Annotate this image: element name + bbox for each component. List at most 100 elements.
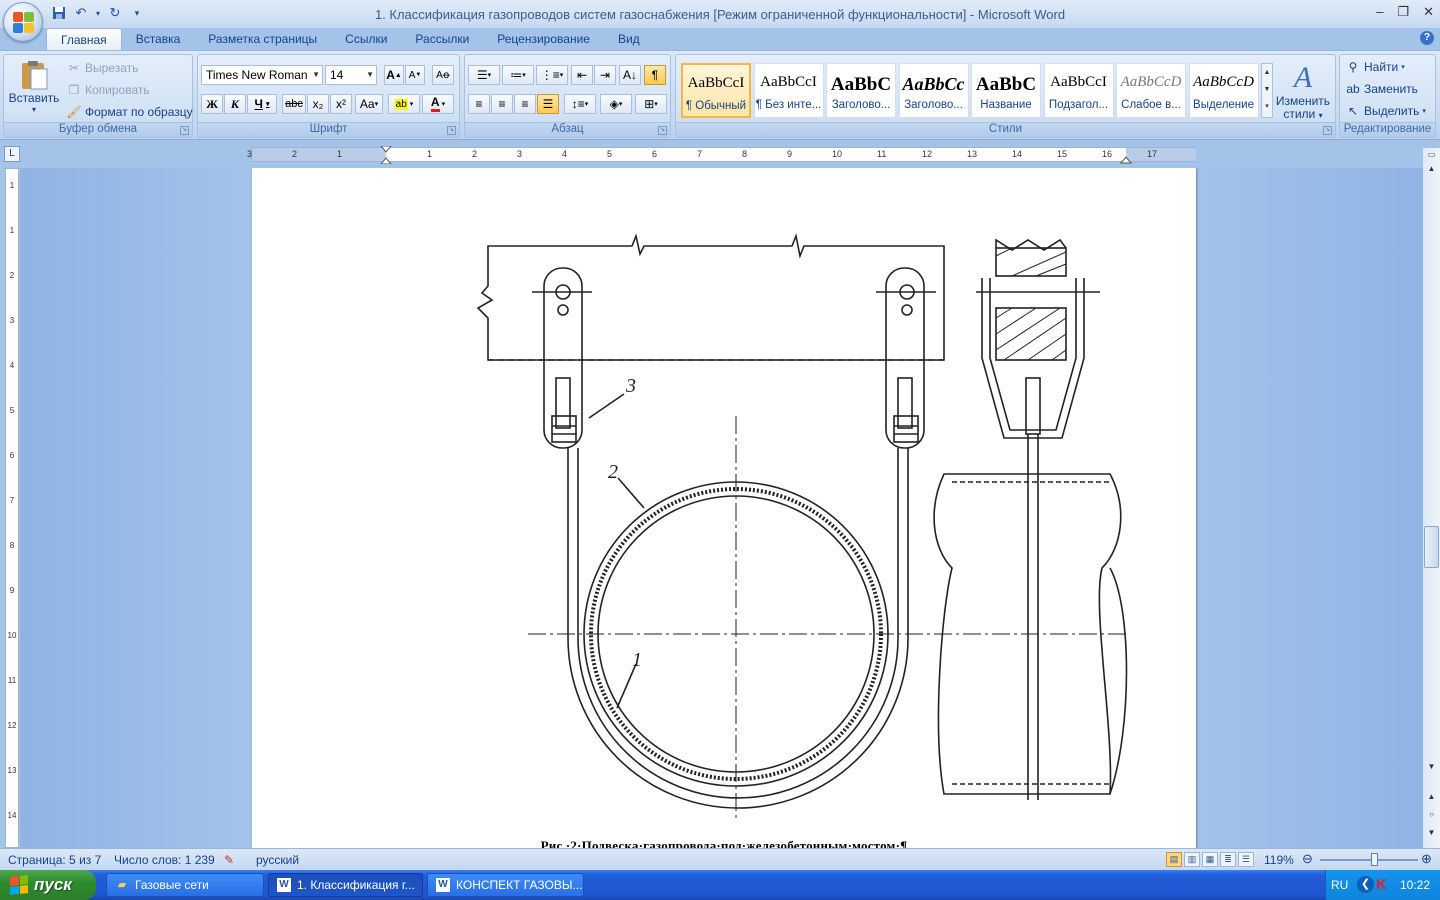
help-icon[interactable]: ? — [1420, 31, 1434, 45]
paragraph-launcher-icon[interactable]: ↘ — [658, 126, 667, 135]
change-case-button[interactable]: Aa ▾ — [355, 94, 383, 114]
format-painter-button[interactable]: 🖌 Формат по образцу — [66, 104, 192, 120]
tab-review[interactable]: Рецензирование — [483, 28, 604, 50]
clock[interactable]: 10:22 — [1400, 878, 1430, 892]
taskbar-item-word[interactable]: W КОНСПЕКТ ГАЗОВЫ... — [427, 873, 584, 897]
tab-home[interactable]: Главная — [46, 28, 122, 50]
find-button[interactable]: ⚲ Найти ▾ — [1345, 59, 1405, 75]
increase-indent-button[interactable]: ⇥ — [594, 65, 616, 85]
font-name-combo[interactable]: Times New Roman ▼ — [201, 65, 323, 85]
tab-mailings[interactable]: Рассылки — [401, 28, 483, 50]
outline-view-icon[interactable]: ≣ — [1220, 852, 1236, 867]
status-bar: Страница: 5 из 7 Число слов: 1 239 ✎ рус… — [0, 848, 1440, 870]
minimize-button[interactable]: – — [1376, 4, 1383, 20]
tab-page-layout[interactable]: Разметка страницы — [194, 28, 331, 50]
style-4[interactable]: AaBbCc Заголово... — [898, 63, 969, 118]
proofing-icon[interactable]: ✎ — [224, 853, 234, 867]
horizontal-ruler[interactable]: 3 2 1 1 2 3 4 5 6 7 8 9 10 11 12 13 14 15 16 17 — [247, 146, 1196, 164]
select-button[interactable]: ↖ Выделить ▾ — [1345, 103, 1426, 119]
zoom-slider[interactable] — [1320, 853, 1418, 866]
justify-button[interactable]: ☰ — [537, 94, 559, 114]
zoom-out-icon[interactable]: ⊖ — [1302, 851, 1313, 867]
prev-page-icon[interactable]: ▲ — [1424, 790, 1439, 804]
highlight-button[interactable]: ab ▾ — [388, 94, 420, 114]
select-browse-icon[interactable]: ○ — [1424, 808, 1439, 822]
draft-view-icon[interactable]: ☰ — [1238, 852, 1254, 867]
document-page[interactable]: 3 2 1 Рис.·2·Подвеска·газопровода·под·же… — [252, 168, 1196, 848]
paste-button[interactable]: Вставить ▾ — [9, 59, 59, 114]
scroll-up-icon[interactable]: ▲ — [1424, 162, 1439, 176]
style-1[interactable]: AaBbCcI ¶ Обычный — [681, 63, 751, 118]
zoom-slider-thumb[interactable] — [1370, 853, 1378, 866]
style-8[interactable]: AaBbCcD Выделение — [1188, 63, 1259, 118]
subscript-button[interactable]: x₂ — [307, 94, 329, 114]
shading-button[interactable]: ◈ ▾ — [600, 94, 632, 114]
style-7[interactable]: AaBbCcD Слабое в... — [1116, 63, 1186, 118]
close-button[interactable]: ✕ — [1423, 4, 1434, 20]
tab-insert[interactable]: Вставка — [122, 28, 195, 50]
tab-view[interactable]: Вид — [604, 28, 654, 50]
align-center-button[interactable]: ≡ — [491, 94, 513, 114]
superscript-button[interactable]: x² — [330, 94, 352, 114]
zoom-in-icon[interactable]: ⊕ — [1421, 851, 1432, 867]
cut-button[interactable]: ✂ Вырезать — [66, 60, 138, 76]
sort-button[interactable]: A↓ — [619, 65, 641, 85]
strikethrough-button[interactable]: abc — [282, 94, 306, 114]
numbering-button[interactable]: ≔ ▾ — [502, 65, 534, 85]
styles-scroll[interactable]: ▲ ▼ ▾ — [1261, 63, 1273, 118]
web-layout-view-icon[interactable]: ▦ — [1202, 852, 1218, 867]
show-marks-button[interactable]: ¶ — [644, 65, 666, 85]
indent-marker-icon[interactable] — [380, 146, 392, 164]
change-styles-button[interactable]: A Изменить стили ▾ — [1274, 61, 1332, 122]
zoom-level[interactable]: 119% — [1264, 853, 1294, 867]
right-indent-marker-icon[interactable] — [1120, 150, 1132, 164]
start-button[interactable]: пуск — [0, 870, 96, 900]
multilevel-list-button[interactable]: ⋮≡ ▾ — [536, 65, 568, 85]
taskbar-item-word-active[interactable]: W 1. Классификация г... — [268, 873, 423, 897]
font-color-button[interactable]: A ▾ — [422, 94, 454, 114]
vertical-scrollbar[interactable]: ▭ ▲ ▼ ▲ ○ ▼ — [1423, 148, 1440, 848]
style-2[interactable]: AaBbCcI ¶ Без инте... — [753, 63, 824, 118]
vertical-ruler[interactable]: 1 1 2 3 4 5 6 7 8 9 10 11 12 13 14 — [5, 168, 19, 848]
ruler-toggle-icon[interactable]: ▭ — [1424, 148, 1439, 162]
align-left-button[interactable]: ≡ — [468, 94, 490, 114]
tray-arrow-icon[interactable]: ❮ — [1357, 876, 1374, 893]
scroll-down-icon[interactable]: ▼ — [1424, 760, 1439, 774]
document-workspace[interactable]: 3 2 1 Рис.·2·Подвеска·газопровода·под·же… — [20, 168, 1423, 848]
clear-format-button[interactable]: Aꝋ — [432, 65, 454, 85]
font-launcher-icon[interactable]: ↘ — [447, 126, 456, 135]
next-page-icon[interactable]: ▼ — [1424, 826, 1439, 840]
restore-button[interactable]: ❐ — [1397, 4, 1409, 20]
grow-font-button[interactable]: A ▲ — [384, 65, 404, 85]
tab-references[interactable]: Ссылки — [331, 28, 401, 50]
borders-button[interactable]: ⊞ ▾ — [635, 94, 667, 114]
bold-button[interactable]: Ж — [201, 94, 223, 114]
language-tray[interactable]: RU — [1331, 878, 1348, 892]
tab-selector[interactable]: L — [4, 146, 20, 162]
print-layout-view-icon[interactable]: ▤ — [1166, 852, 1182, 867]
style-3[interactable]: AaBbC Заголово... — [826, 63, 896, 118]
full-screen-view-icon[interactable]: ▥ — [1184, 852, 1200, 867]
language-indicator[interactable]: русский — [256, 853, 299, 867]
style-6[interactable]: AaBbCcI Подзагол... — [1043, 63, 1114, 118]
word-count[interactable]: Число слов: 1 239 — [114, 853, 215, 867]
clipboard-launcher-icon[interactable]: ↘ — [180, 126, 189, 135]
underline-button[interactable]: Ч ▾ — [247, 94, 277, 114]
bullets-button[interactable]: ☰ ▾ — [468, 65, 500, 85]
style-5[interactable]: AaBbC Название — [971, 63, 1041, 118]
replace-button[interactable]: ab Заменить — [1345, 81, 1418, 97]
styles-launcher-icon[interactable]: ↘ — [1323, 126, 1332, 135]
decrease-indent-button[interactable]: ⇤ — [571, 65, 593, 85]
office-button[interactable] — [3, 2, 43, 42]
antivirus-icon[interactable]: K — [1376, 876, 1390, 893]
align-right-icon: ≡ — [521, 97, 529, 111]
font-size-combo[interactable]: 14 ▼ — [325, 65, 377, 85]
taskbar-item-folder[interactable]: ▰ Газовые сети — [106, 873, 264, 897]
italic-button[interactable]: К — [224, 94, 246, 114]
copy-button[interactable]: ❐ Копировать — [66, 82, 150, 98]
align-right-button[interactable]: ≡ — [514, 94, 536, 114]
shrink-font-button[interactable]: A ▼ — [405, 65, 425, 85]
scroll-thumb[interactable] — [1424, 526, 1439, 568]
page-indicator[interactable]: Страница: 5 из 7 — [8, 853, 101, 867]
line-spacing-button[interactable]: ↕≡ ▾ — [564, 94, 596, 114]
